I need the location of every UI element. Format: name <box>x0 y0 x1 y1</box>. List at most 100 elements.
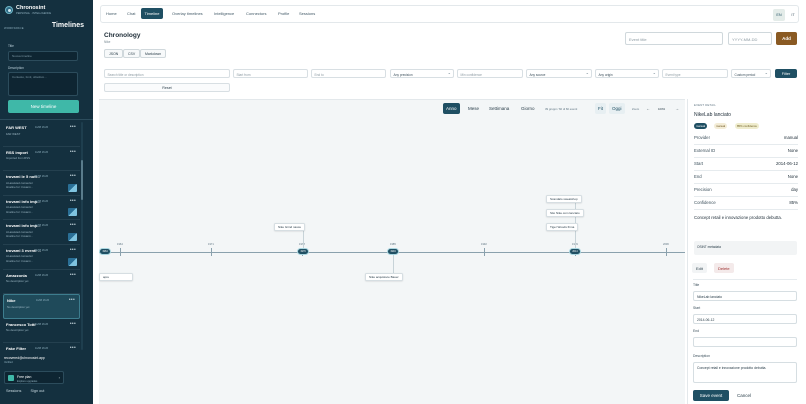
tick-label: 1985 <box>390 243 396 246</box>
today-button[interactable]: Oggi <box>609 103 625 114</box>
timeline-list-item[interactable]: trovami le 5 noti... AI-assisted connecto… <box>3 171 80 196</box>
timeline-thumbnail <box>68 208 77 217</box>
nav-intelligence[interactable]: Intelligence <box>214 11 234 16</box>
form-description-input[interactable]: Concept retail e innovazione prodotto de… <box>693 362 797 383</box>
timeline-list-item[interactable]: FAR WEST FAR WEST 11/08 16:26 ••• <box>3 122 80 147</box>
sessions-link[interactable]: Sessions <box>6 389 21 393</box>
event-type-input[interactable]: Event type <box>662 69 728 78</box>
zoom-out-icon[interactable]: ← <box>646 106 650 111</box>
lang-en[interactable]: EN <box>773 9 785 21</box>
nav-home[interactable]: Home <box>106 11 117 16</box>
zoom-week-button[interactable]: Settimana <box>486 103 512 114</box>
timeline-list-item[interactable]: Nike No description yet 11/08 16:26 ••• <box>3 294 80 319</box>
timeline-thumbnail <box>68 257 77 266</box>
timeline-list-item[interactable]: trovami info imp... AI-assisted connector… <box>3 196 80 221</box>
zoom-in-icon[interactable]: → <box>675 106 679 111</box>
event-group-marker[interactable]: 1994 <box>387 248 399 255</box>
precision-select[interactable]: Any precision <box>390 69 454 78</box>
nav-timeline[interactable]: Timeline <box>141 8 163 19</box>
export-json-button[interactable]: JSON <box>104 49 124 58</box>
event-description: Concept retail e innovazione prodotto de… <box>694 215 782 220</box>
event-card[interactable]: Sito Nike.com lanciato <box>546 209 584 217</box>
edit-button[interactable]: Edit <box>692 263 707 273</box>
source-select[interactable]: Any source <box>526 69 592 78</box>
more-options-icon[interactable]: ••• <box>70 124 76 130</box>
cancel-button[interactable]: Cancel <box>733 390 755 401</box>
nav-sessions[interactable]: Sessions <box>299 11 315 16</box>
zoom-day-button[interactable]: Giorno <box>518 103 538 114</box>
timeline-list-item[interactable]: trovami info imp... AI-assisted connector… <box>3 220 80 245</box>
timeline-description-input[interactable]: Contesto, fonti, obiettivo... <box>8 72 78 96</box>
event-detail-panel: EVENT DETAIL NikeLab lanciato manual man… <box>687 99 799 404</box>
more-options-icon[interactable]: ••• <box>70 222 76 228</box>
more-options-icon[interactable]: ••• <box>70 321 76 327</box>
timeline-list-item[interactable]: Fake FilterNo description yet11/08 16:26… <box>3 343 80 350</box>
logo-icon <box>5 6 13 14</box>
event-card[interactable]: apre <box>99 273 133 281</box>
nav-connectors[interactable]: Connectors <box>246 11 266 16</box>
event-card[interactable]: Nike Grind nasce <box>274 223 306 231</box>
sidebar-scrollbar[interactable] <box>81 122 83 350</box>
end-to-input[interactable]: End to <box>311 69 386 78</box>
brand[interactable]: Chronosint PERSONAL · INTELLIGENCE <box>5 5 51 15</box>
event-group-marker[interactable]: 1964 <box>99 248 111 255</box>
detail-key: Confidence <box>694 200 716 205</box>
search-input[interactable]: Search title or description <box>104 69 230 78</box>
plan-card[interactable]: Free plan Explore upgrades › <box>4 371 64 384</box>
nav-chat[interactable]: Chat <box>127 11 135 16</box>
timeline-list-item[interactable]: trovami 3 eventi ... AI-assisted connecto… <box>3 245 80 270</box>
more-options-icon[interactable]: ••• <box>70 272 76 278</box>
more-options-icon[interactable]: ••• <box>70 247 76 253</box>
save-event-button[interactable]: Save event <box>693 390 729 401</box>
description-label: Description <box>8 66 24 70</box>
more-options-icon[interactable]: ••• <box>69 297 75 303</box>
event-date-input[interactable]: YYYY-MM-DD <box>728 32 772 45</box>
event-card[interactable]: Tiger Woods firma <box>546 223 579 231</box>
timeline-title-input[interactable]: Nuova timeline <box>8 51 78 61</box>
zoom-month-button[interactable]: Mese <box>465 103 482 114</box>
reset-button[interactable]: Reset <box>104 83 230 92</box>
detail-value: None <box>787 174 798 179</box>
add-event-button[interactable]: Add <box>776 32 797 45</box>
tick-label: 1978 <box>299 243 305 246</box>
osint-metadata[interactable]: OSINT metadata <box>694 241 797 255</box>
detail-value: 85% <box>789 200 798 205</box>
export-markdown-button[interactable]: Markdown <box>140 49 167 58</box>
delete-button[interactable]: Delete <box>714 263 734 273</box>
timeline-list-item[interactable]: Francesco Totti No description yet 11/08 1… <box>3 319 80 344</box>
more-options-icon[interactable]: ••• <box>70 173 76 179</box>
more-options-icon[interactable]: ••• <box>70 345 76 350</box>
nav-overlay-timelines[interactable]: Overlay timelines <box>172 11 203 16</box>
event-card[interactable]: Nike acquisisce Bauer <box>365 273 403 281</box>
timeline-date: 11/08 16:26 <box>35 224 49 228</box>
min-confidence-input[interactable]: Min confidence <box>457 69 523 78</box>
form-description-label: Description <box>693 354 710 358</box>
form-title-input[interactable]: NikeLab lanciato <box>693 291 797 301</box>
more-options-icon[interactable]: ••• <box>70 149 76 155</box>
new-timeline-button[interactable]: New timeline <box>8 100 79 113</box>
lang-it[interactable]: IT <box>787 9 799 21</box>
start-from-input[interactable]: Start from <box>233 69 308 78</box>
zoom-year-button[interactable]: Anno <box>443 103 460 114</box>
more-options-icon[interactable]: ••• <box>70 198 76 204</box>
export-csv-button[interactable]: CSV <box>123 49 141 58</box>
event-card[interactable]: Scandalo sweatshop <box>546 195 582 203</box>
event-connector <box>393 255 394 273</box>
nav-profile[interactable]: Profile <box>278 11 289 16</box>
form-end-input[interactable] <box>693 337 797 347</box>
timeline-list-item[interactable]: RSS import Imported from RSS 11/08 16:26 ••… <box>3 147 80 172</box>
period-select[interactable]: Custom period <box>731 69 771 78</box>
timeline-list-item[interactable]: Amazzonia No description yet 11/08 16:26 ••… <box>3 270 80 295</box>
event-group-marker[interactable]: 2014 <box>569 248 581 255</box>
filter-button[interactable]: Filter <box>775 69 797 78</box>
origin-select[interactable]: Any origin <box>595 69 659 78</box>
event-group-marker[interactable]: 1976 <box>297 248 309 255</box>
timeline-list[interactable]: FAR WEST FAR WEST 11/08 16:26 ••• RSS import… <box>3 122 80 350</box>
sidebar-scroll-thumb[interactable] <box>81 160 83 200</box>
detail-value: None <box>787 148 798 153</box>
sign-out-link[interactable]: Sign out <box>30 389 44 393</box>
timeline-date: 11/08 16:26 <box>35 126 49 129</box>
event-title-input[interactable]: Event title <box>625 32 723 45</box>
form-start-input[interactable]: 2014-06-12 <box>693 314 797 324</box>
fit-button[interactable]: Fit <box>595 103 606 114</box>
